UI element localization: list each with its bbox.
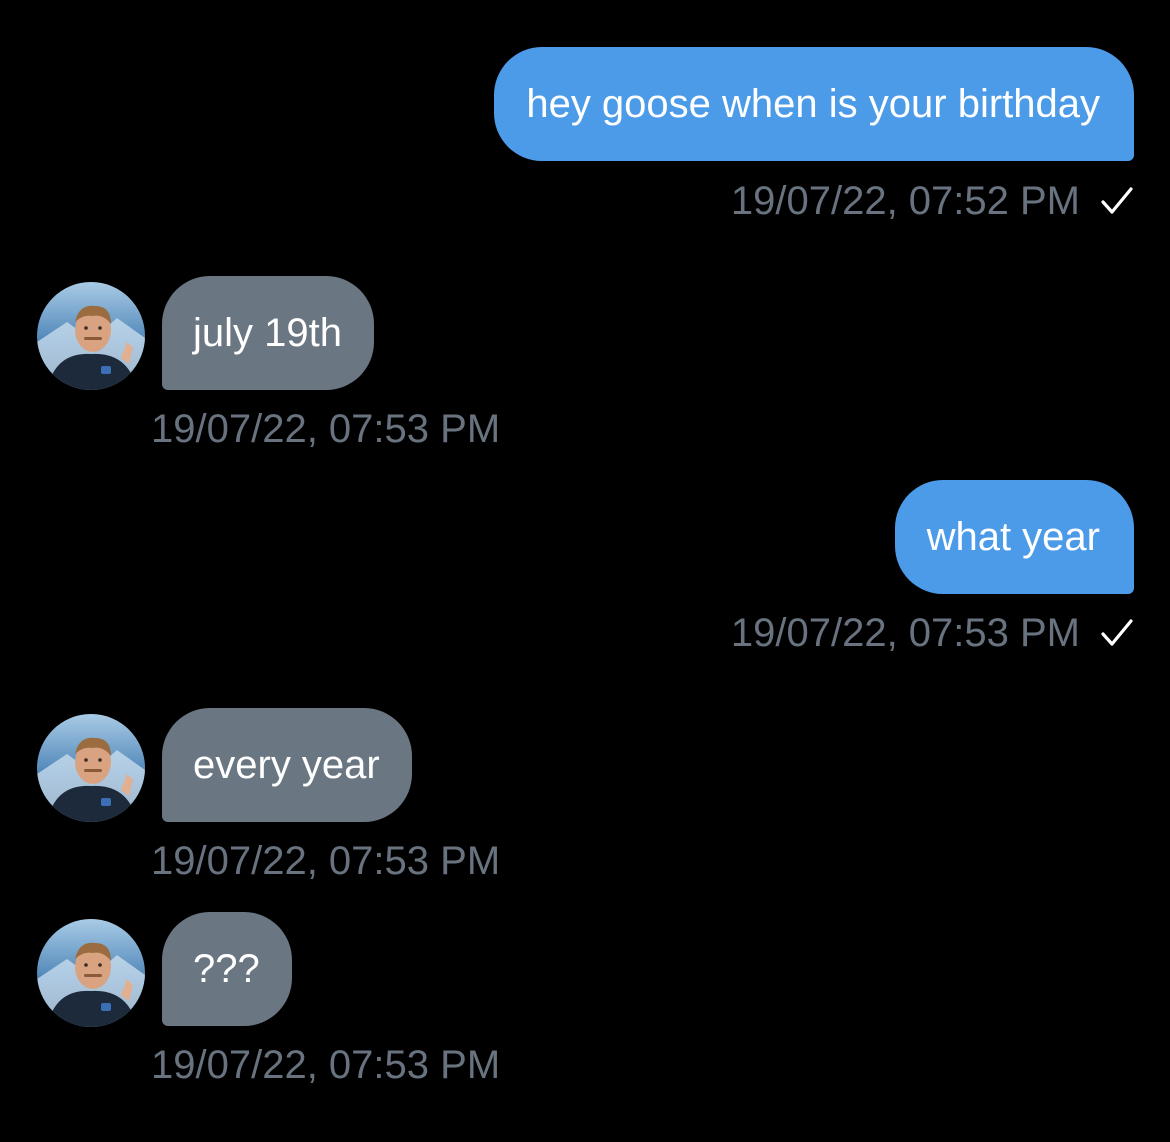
timestamp: 19/07/22, 07:53 PM [151,1043,501,1087]
avatar[interactable] [37,282,145,390]
timestamp: 19/07/22, 07:53 PM [730,611,1080,655]
avatar-photo [37,714,145,822]
message-bubble-sent[interactable]: what year [894,480,1134,594]
avatar[interactable] [37,714,145,822]
checkmark-icon [1101,187,1133,214]
message-bubble-sent[interactable]: hey goose when is your birthday [494,47,1134,161]
timestamp: 19/07/22, 07:52 PM [730,179,1080,223]
timestamp: 19/07/22, 07:53 PM [151,839,501,883]
message-meta: 19/07/22, 07:52 PM [731,178,1134,224]
timestamp: 19/07/22, 07:53 PM [151,407,501,451]
checkmark-icon [1101,619,1133,646]
message-bubble-received[interactable]: july 19th [162,276,374,390]
avatar[interactable] [37,919,145,1027]
message-bubble-received[interactable]: every year [162,708,412,822]
avatar-photo [37,919,145,1027]
message-bubble-received[interactable]: ??? [162,912,292,1026]
avatar-photo [37,282,145,390]
message-meta: 19/07/22, 07:53 PM [731,610,1134,656]
